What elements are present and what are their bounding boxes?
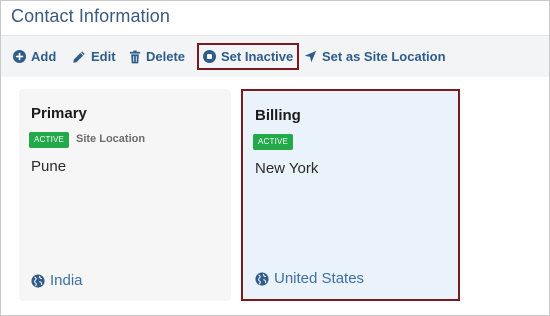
toolbar: Add Edit Delete Set Inactive Set as Site… [1, 36, 549, 77]
card-title: Primary [31, 105, 87, 122]
status-badge: ACTIVE [29, 132, 70, 148]
header: Contact Information [1, 1, 549, 36]
globe-icon [255, 271, 269, 286]
city: Pune [31, 158, 67, 175]
globe-icon [31, 273, 45, 288]
country: United States [255, 270, 364, 287]
delete-button[interactable]: Delete [129, 44, 185, 69]
plus-circle-icon [13, 50, 26, 63]
status-badge: ACTIVE [253, 134, 294, 150]
contact-card-billing[interactable]: Billing ACTIVE New York United States [241, 89, 460, 301]
country-label: India [50, 272, 83, 289]
contact-card-primary[interactable]: Primary ACTIVE Site Location Pune India [19, 89, 231, 301]
set-site-location-label: Set as Site Location [322, 49, 446, 64]
set-inactive-button[interactable]: Set Inactive [197, 43, 300, 70]
trash-icon [129, 50, 141, 63]
site-location-tag: Site Location [76, 133, 146, 145]
edit-button[interactable]: Edit [72, 44, 116, 69]
add-button[interactable]: Add [13, 44, 56, 69]
stop-circle-icon [203, 50, 216, 63]
page-title: Contact Information [11, 6, 170, 26]
city: New York [255, 160, 319, 177]
add-label: Add [31, 49, 57, 64]
pencil-icon [73, 50, 85, 63]
card-title: Billing [255, 107, 301, 124]
set-inactive-label: Set Inactive [221, 49, 294, 64]
delete-label: Delete [146, 49, 186, 64]
set-site-location-button[interactable]: Set as Site Location [304, 44, 446, 69]
location-arrow-icon [304, 50, 317, 63]
edit-label: Edit [91, 49, 116, 64]
country-label: United States [274, 270, 365, 287]
country: India [31, 272, 83, 289]
